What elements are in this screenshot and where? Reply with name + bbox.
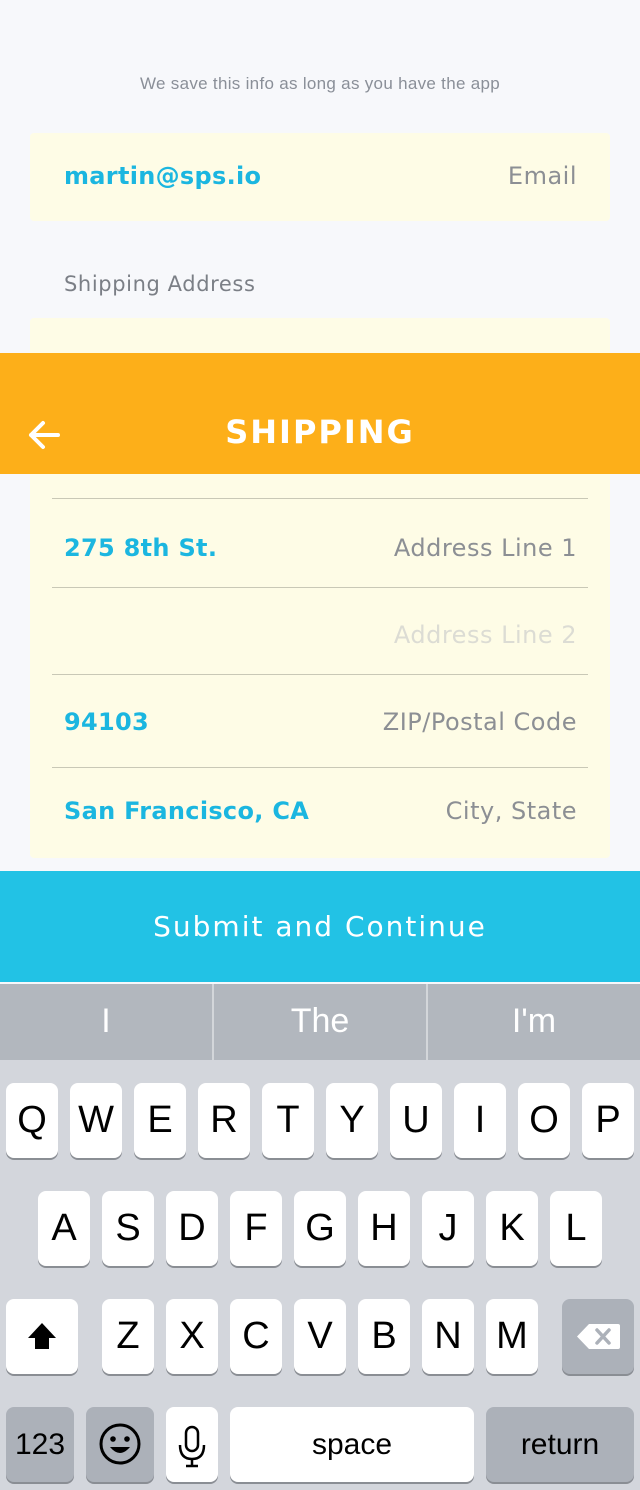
microphone-icon bbox=[178, 1425, 206, 1468]
email-value: martin@sps.io bbox=[64, 162, 262, 190]
key-o[interactable]: O bbox=[518, 1083, 570, 1158]
key-m[interactable]: M bbox=[486, 1299, 538, 1374]
key-i[interactable]: I bbox=[454, 1083, 506, 1158]
submit-continue-button[interactable]: Submit and Continue bbox=[0, 871, 640, 982]
suggestion-3[interactable]: I'm bbox=[428, 984, 640, 1060]
address-line2-field[interactable]: Address Line 2 bbox=[52, 587, 588, 674]
backspace-icon bbox=[577, 1324, 620, 1349]
zip-value: 94103 bbox=[64, 708, 149, 736]
keyboard: Q W E R T Y U I O P A S D F G H J K L Z … bbox=[0, 1060, 640, 1490]
emoji-key[interactable] bbox=[86, 1407, 154, 1482]
city-state-field[interactable]: San Francisco, CA City, State bbox=[52, 767, 588, 858]
key-h[interactable]: H bbox=[358, 1191, 410, 1266]
suggestion-2[interactable]: The bbox=[214, 984, 426, 1060]
key-w[interactable]: W bbox=[70, 1083, 122, 1158]
key-q[interactable]: Q bbox=[6, 1083, 58, 1158]
zip-placeholder: ZIP/Postal Code bbox=[382, 708, 577, 736]
key-e[interactable]: E bbox=[134, 1083, 186, 1158]
key-b[interactable]: B bbox=[358, 1299, 410, 1374]
backspace-key[interactable] bbox=[562, 1299, 634, 1374]
key-k[interactable]: K bbox=[486, 1191, 538, 1266]
key-f[interactable]: F bbox=[230, 1191, 282, 1266]
key-x[interactable]: X bbox=[166, 1299, 218, 1374]
microphone-key[interactable] bbox=[166, 1407, 218, 1482]
suggestion-1[interactable]: I bbox=[0, 984, 212, 1060]
suggestion-bar: I The I'm bbox=[0, 984, 640, 1060]
numbers-key[interactable]: 123 bbox=[6, 1407, 74, 1482]
key-u[interactable]: U bbox=[390, 1083, 442, 1158]
key-z[interactable]: Z bbox=[102, 1299, 154, 1374]
city-state-value: San Francisco, CA bbox=[64, 797, 310, 825]
key-v[interactable]: V bbox=[294, 1299, 346, 1374]
key-a[interactable]: A bbox=[38, 1191, 90, 1266]
email-placeholder: Email bbox=[507, 162, 577, 190]
key-r[interactable]: R bbox=[198, 1083, 250, 1158]
key-l[interactable]: L bbox=[550, 1191, 602, 1266]
address-line1-field[interactable]: 275 8th St. Address Line 1 bbox=[52, 498, 588, 587]
key-y[interactable]: Y bbox=[326, 1083, 378, 1158]
emoji-icon bbox=[99, 1423, 141, 1465]
key-n[interactable]: N bbox=[422, 1299, 474, 1374]
key-c[interactable]: C bbox=[230, 1299, 282, 1374]
space-key[interactable]: space bbox=[230, 1407, 474, 1482]
key-t[interactable]: T bbox=[262, 1083, 314, 1158]
shipping-address-label: Shipping Address bbox=[64, 272, 256, 296]
key-j[interactable]: J bbox=[422, 1191, 474, 1266]
hint-text: We save this info as long as you have th… bbox=[139, 74, 500, 93]
key-s[interactable]: S bbox=[102, 1191, 154, 1266]
shift-key[interactable] bbox=[6, 1299, 78, 1374]
city-state-placeholder: City, State bbox=[445, 797, 577, 825]
key-g[interactable]: G bbox=[294, 1191, 346, 1266]
zip-field[interactable]: 94103 ZIP/Postal Code bbox=[52, 674, 588, 767]
address-line2-placeholder: Address Line 2 bbox=[393, 621, 577, 649]
return-key[interactable]: return bbox=[486, 1407, 634, 1482]
key-p[interactable]: P bbox=[582, 1083, 634, 1158]
address-line1-value: 275 8th St. bbox=[64, 534, 218, 562]
email-field[interactable]: martin@sps.io Email bbox=[30, 133, 610, 221]
address-line1-placeholder: Address Line 1 bbox=[393, 534, 577, 562]
page-title: SHIPPING bbox=[225, 413, 415, 451]
shift-arrow-icon bbox=[28, 1323, 56, 1349]
key-d[interactable]: D bbox=[166, 1191, 218, 1266]
